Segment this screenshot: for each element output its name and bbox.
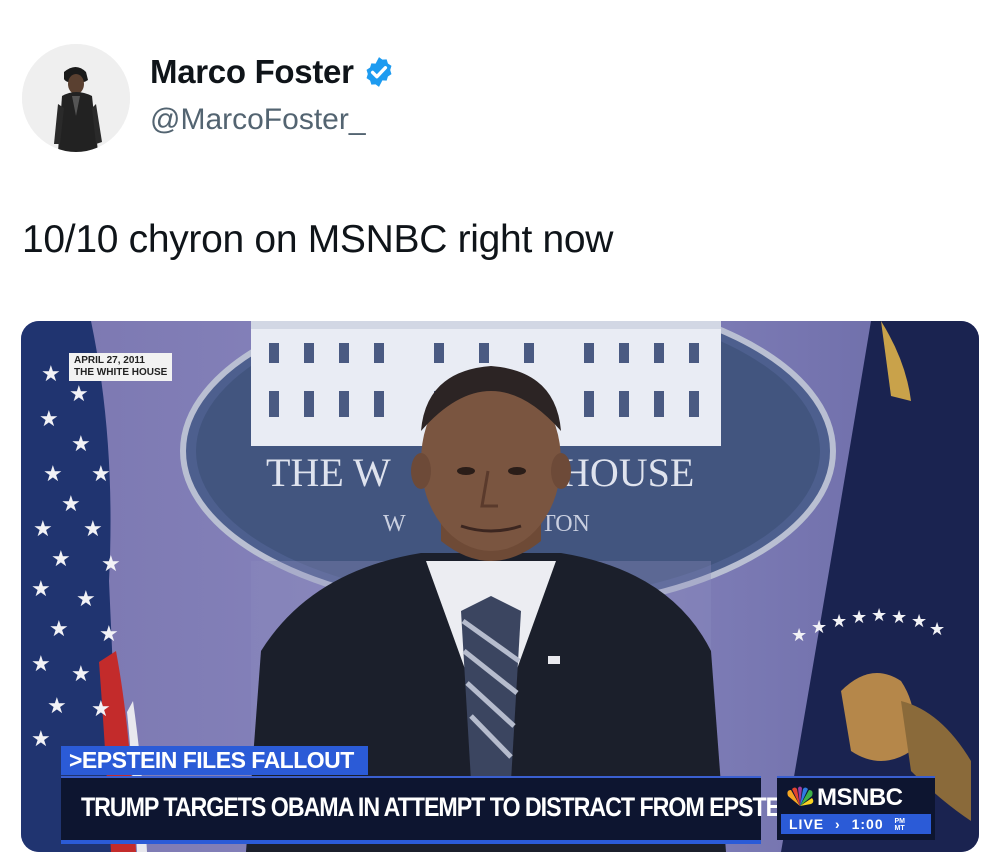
svg-text:★: ★ xyxy=(71,662,91,687)
svg-text:★: ★ xyxy=(61,492,81,517)
svg-text:★: ★ xyxy=(851,607,867,628)
svg-text:★: ★ xyxy=(76,587,96,612)
dateline-location: THE WHITE HOUSE xyxy=(74,367,168,378)
live-label: LIVE xyxy=(789,816,825,832)
svg-text:★: ★ xyxy=(31,652,51,677)
author-handle[interactable]: @MarcoFoster_ xyxy=(150,103,366,137)
author-avatar[interactable] xyxy=(22,44,130,152)
svg-text:★: ★ xyxy=(891,607,907,628)
backdrop-text-ton: TON xyxy=(541,511,590,537)
svg-text:★: ★ xyxy=(911,611,927,632)
svg-text:★: ★ xyxy=(91,462,111,487)
svg-text:★: ★ xyxy=(43,462,63,487)
network-bug: MSNBC LIVE › 1:00 PM MT xyxy=(777,776,935,840)
live-tz: MT xyxy=(894,825,905,833)
svg-text:★: ★ xyxy=(811,617,827,638)
svg-text:★: ★ xyxy=(91,697,111,722)
backdrop-text-the: THE W xyxy=(266,450,391,495)
svg-text:★: ★ xyxy=(83,517,103,542)
backdrop-text-house: HOUSE xyxy=(561,450,694,495)
svg-text:★: ★ xyxy=(831,611,847,632)
svg-text:★: ★ xyxy=(47,694,67,719)
svg-text:★: ★ xyxy=(99,622,119,647)
svg-text:★: ★ xyxy=(31,727,51,752)
backdrop-text-w: W xyxy=(383,511,406,537)
live-arrow-icon: › xyxy=(835,816,841,832)
svg-text:★: ★ xyxy=(41,362,61,387)
live-indicator: LIVE › 1:00 PM MT xyxy=(781,814,931,834)
avatar-image xyxy=(22,44,130,152)
svg-text:★: ★ xyxy=(791,625,807,646)
svg-text:★: ★ xyxy=(31,577,51,602)
svg-text:★: ★ xyxy=(39,407,59,432)
live-timezone: PM MT xyxy=(895,818,906,832)
verified-badge-icon xyxy=(366,57,392,87)
network-name: MSNBC xyxy=(817,784,903,811)
tweet-media-image[interactable]: THE W HOUSE W TON ★ ★ ★ ★ ★ ★ ★ ★ ★ ★ ★ ★ ★ ★ ★ ★ ★… xyxy=(21,321,979,852)
svg-text:★: ★ xyxy=(71,432,91,457)
author-name-row[interactable]: Marco Foster xyxy=(150,53,396,91)
svg-text:★: ★ xyxy=(871,605,887,626)
svg-text:★: ★ xyxy=(101,552,121,577)
svg-text:★: ★ xyxy=(33,517,53,542)
chyron-headline-bar: TRUMP TARGETS OBAMA IN ATTEMPT TO DISTRA… xyxy=(61,776,802,844)
svg-text:★: ★ xyxy=(929,619,945,640)
peacock-logo-icon xyxy=(787,786,814,806)
chyron-topic: >EPSTEIN FILES FALLOUT xyxy=(61,746,368,775)
svg-text:★: ★ xyxy=(49,617,69,642)
svg-text:★: ★ xyxy=(51,547,71,572)
chyron-headline: TRUMP TARGETS OBAMA IN ATTEMPT TO DISTRA… xyxy=(81,792,802,822)
tweet-text: 10/10 chyron on MSNBC right now xyxy=(22,218,614,261)
live-ampm: PM xyxy=(894,818,906,826)
dateline-bug: APRIL 27, 2011 THE WHITE HOUSE xyxy=(69,353,173,381)
svg-text:★: ★ xyxy=(69,382,89,407)
live-time: 1:00 xyxy=(851,816,884,832)
dateline-date: APRIL 27, 2011 xyxy=(74,355,145,366)
author-display-name[interactable]: Marco Foster xyxy=(150,53,354,91)
